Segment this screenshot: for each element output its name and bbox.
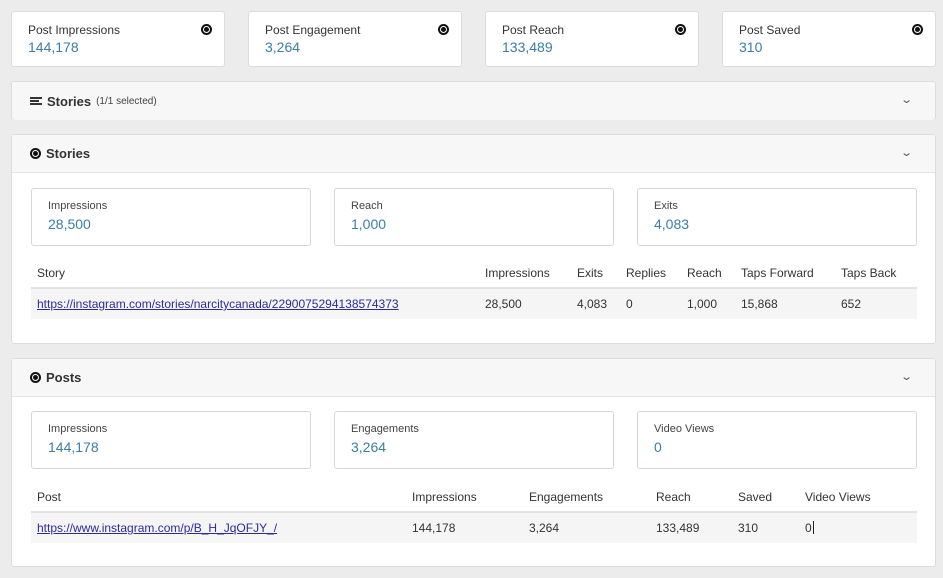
column-header-story[interactable]: Story (37, 266, 65, 280)
stories-selector-header[interactable]: Stories (1/1 selected) ⌄ (12, 82, 935, 120)
chevron-down-icon[interactable]: ⌄ (900, 146, 913, 159)
stories-table: Story Impressions Exits Replies Reach Ta… (31, 258, 917, 319)
cell-saved: 310 (738, 521, 759, 535)
stories-panel-title: Stories (30, 146, 90, 161)
metric-label: Impressions (48, 423, 108, 435)
cell-exits: 4,083 (577, 297, 608, 311)
summary-card-label: Post Saved (739, 23, 801, 37)
metric-value: 0 (654, 439, 662, 455)
posts-panel: Posts ⌄ Impressions 144,178 Engagements … (11, 358, 936, 567)
summary-card-label: Post Impressions (28, 23, 121, 37)
posts-panel-title-text: Posts (46, 370, 82, 385)
chevron-down-icon[interactable]: ⌄ (900, 370, 913, 383)
column-header-engagements[interactable]: Engagements (529, 490, 603, 504)
stories-panel: Stories ⌄ Impressions 28,500 Reach 1,000… (11, 134, 936, 344)
text-caret (812, 521, 814, 534)
cell-impressions: 144,178 (412, 521, 456, 535)
story-link[interactable]: https://instagram.com/stories/narcitycan… (37, 297, 399, 311)
cell-video-views-value: 0 (805, 521, 812, 535)
summary-card-value: 144,178 (28, 39, 79, 55)
metric-label: Exits (654, 200, 678, 212)
posts-video-views-card: Video Views 0 (637, 411, 917, 469)
instagram-icon (912, 24, 923, 35)
summary-card-value: 3,264 (265, 39, 301, 55)
cell-reach: 133,489 (656, 521, 700, 535)
metric-value: 4,083 (654, 216, 690, 232)
metric-label: Reach (351, 200, 383, 212)
metric-label: Engagements (351, 423, 419, 435)
stories-selector-title: Stories (1/1 selected) (30, 94, 157, 109)
stories-table-header: Story Impressions Exits Replies Reach Ta… (31, 258, 917, 289)
stories-selector-title-text: Stories (47, 94, 92, 109)
metric-label: Video Views (654, 423, 715, 435)
table-row: https://instagram.com/stories/narcitycan… (31, 289, 917, 319)
stories-impressions-card: Impressions 28,500 (31, 188, 311, 246)
column-header-exits[interactable]: Exits (577, 266, 603, 280)
metric-label: Impressions (48, 200, 108, 212)
column-header-taps-back[interactable]: Taps Back (841, 266, 896, 280)
stories-reach-card: Reach 1,000 (334, 188, 614, 246)
column-header-video-views[interactable]: Video Views (805, 490, 871, 504)
cell-replies: 0 (626, 297, 633, 311)
posts-panel-title: Posts (30, 370, 81, 385)
metric-value: 3,264 (351, 439, 387, 455)
stories-panel-title-text: Stories (46, 146, 91, 161)
summary-card-post-impressions: Post Impressions 144,178 (11, 11, 225, 67)
column-header-impressions[interactable]: Impressions (485, 266, 550, 280)
summary-card-post-engagement: Post Engagement 3,264 (248, 11, 462, 67)
post-link[interactable]: https://www.instagram.com/p/B_H_JqOFJY_/ (37, 521, 277, 535)
instagram-icon (30, 148, 41, 159)
summary-card-post-saved: Post Saved 310 (722, 11, 936, 67)
stories-exits-card: Exits 4,083 (637, 188, 917, 246)
column-header-post[interactable]: Post (37, 490, 61, 504)
posts-table: Post Impressions Engagements Reach Saved… (31, 482, 917, 543)
column-header-reach[interactable]: Reach (687, 266, 722, 280)
cell-impressions: 28,500 (485, 297, 522, 311)
stories-selector-panel: Stories (1/1 selected) ⌄ (11, 81, 936, 120)
summary-card-value: 133,489 (502, 39, 553, 55)
cell-taps-forward: 15,868 (741, 297, 778, 311)
list-icon (30, 97, 42, 106)
column-header-replies[interactable]: Replies (626, 266, 666, 280)
posts-engagements-card: Engagements 3,264 (334, 411, 614, 469)
cell-engagements: 3,264 (529, 521, 560, 535)
chevron-down-icon[interactable]: ⌄ (900, 93, 913, 106)
column-header-saved[interactable]: Saved (738, 490, 772, 504)
instagram-icon (438, 24, 449, 35)
summary-card-post-reach: Post Reach 133,489 (485, 11, 699, 67)
posts-panel-header[interactable]: Posts ⌄ (12, 359, 935, 397)
cell-taps-back: 652 (841, 297, 862, 311)
cell-reach: 1,000 (687, 297, 718, 311)
instagram-icon (201, 24, 212, 35)
posts-impressions-card: Impressions 144,178 (31, 411, 311, 469)
column-header-reach[interactable]: Reach (656, 490, 691, 504)
column-header-taps-forward[interactable]: Taps Forward (741, 266, 814, 280)
summary-card-label: Post Reach (502, 23, 565, 37)
summary-card-value: 310 (739, 39, 763, 55)
stories-panel-header[interactable]: Stories ⌄ (12, 135, 935, 173)
column-header-impressions[interactable]: Impressions (412, 490, 477, 504)
cell-video-views: 0 (805, 521, 814, 535)
instagram-icon (30, 372, 41, 383)
summary-card-label: Post Engagement (265, 23, 361, 37)
table-row: https://www.instagram.com/p/B_H_JqOFJY_/… (31, 513, 917, 543)
metric-value: 144,178 (48, 439, 99, 455)
stories-selector-count: (1/1 selected) (96, 96, 157, 107)
posts-table-header: Post Impressions Engagements Reach Saved… (31, 482, 917, 513)
metric-value: 28,500 (48, 216, 91, 232)
metric-value: 1,000 (351, 216, 387, 232)
instagram-icon (675, 24, 686, 35)
